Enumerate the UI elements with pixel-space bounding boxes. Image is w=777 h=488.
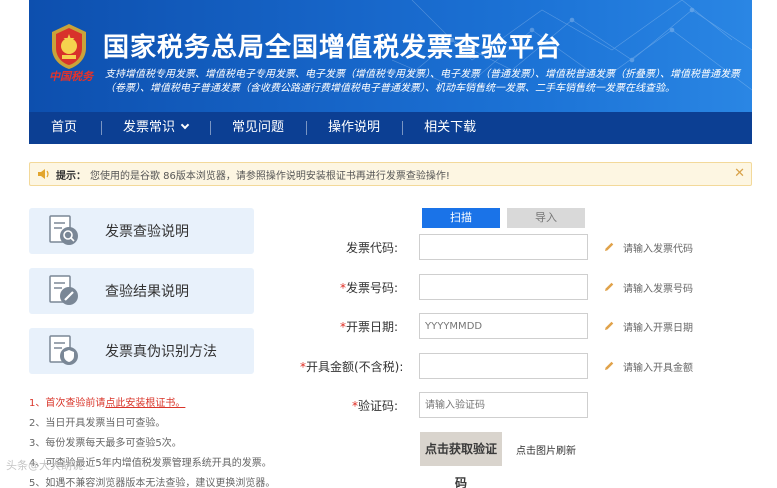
issue-date-input[interactable] — [419, 313, 588, 339]
tab-import[interactable]: 导入 — [507, 208, 585, 228]
form-row-captcha: *验证码: — [300, 392, 588, 418]
field-label-text: 发票号码: — [345, 280, 398, 295]
form-row-invoice-code: 发票代码: 请输入发票代码 — [300, 234, 693, 260]
field-label-text: 开票日期: — [345, 319, 398, 334]
page-subtitle: 支持增值税专用发票、增值税电子专用发票、电子发票（增值税专用发票）、电子发票（普… — [105, 69, 740, 94]
nav-item-faq[interactable]: 常见问题 — [210, 112, 306, 144]
nav-item-instructions[interactable]: 操作说明 — [306, 112, 402, 144]
instruction-item: 2、当日开具发票当日可查验。 — [29, 418, 166, 429]
doc-edit-icon — [49, 275, 78, 305]
instruction-item: 3、每份发票每天最多可查验5次。 — [29, 438, 182, 449]
notice-text: 您使用的是谷歌 86版本浏览器，请参照操作说明安装根证书再进行发票查验操作! — [90, 170, 450, 182]
refresh-captcha-link[interactable]: 点击图片刷新 — [516, 442, 576, 457]
pencil-icon — [605, 361, 614, 370]
form-row-invoice-number: *发票号码: 请输入发票号码 — [300, 274, 693, 300]
field-label: *开票日期: — [300, 318, 398, 335]
form-row-issue-date: *开票日期: 请输入开票日期 — [300, 313, 693, 339]
sidebar-item-label: 发票查验说明 — [105, 224, 189, 240]
sidebar-item-label: 发票真伪识别方法 — [105, 344, 217, 360]
amount-input[interactable] — [419, 353, 588, 379]
pencil-icon — [605, 321, 614, 330]
invoice-code-input[interactable] — [419, 234, 588, 260]
tab-scan[interactable]: 扫描 — [422, 208, 500, 228]
sidebar-item-label: 查验结果说明 — [105, 284, 189, 300]
nav-item-label: 发票常识 — [123, 120, 176, 135]
field-label-text: 验证码: — [357, 398, 398, 413]
notice-label: 提示： — [56, 170, 86, 182]
header-banner: 中国税务 国家税务总局全国增值税发票查验平台 支持增值税专用发票、增值税电子专用… — [29, 0, 752, 144]
field-label: *发票号码: — [300, 279, 398, 296]
nav-item-home[interactable]: 首页 — [29, 112, 101, 144]
instruction-text: 1、首次查验前请 — [29, 398, 106, 409]
nav-item-label: 常见问题 — [232, 120, 285, 135]
field-label: 发票代码: — [345, 240, 398, 255]
nav-item-downloads[interactable]: 相关下载 — [402, 112, 498, 144]
form-row-amount: *开具金额(不含税): 请输入开具金额 — [300, 353, 693, 379]
sidebar-item-verification-guide[interactable]: 发票查验说明 — [29, 208, 254, 254]
captcha-input[interactable] — [419, 392, 588, 418]
nav-item-label: 首页 — [51, 120, 78, 135]
speaker-icon — [38, 169, 49, 179]
instruction-item: 5、如遇不兼容浏览器版本无法查验，建议更换浏览器。 — [29, 478, 276, 488]
pencil-icon — [605, 282, 614, 291]
notice-bar: 提示： 您使用的是谷歌 86版本浏览器，请参照操作说明安装根证书再进行发票查验操… — [29, 162, 752, 186]
instruction-item: 1、首次查验前请点此安装根证书。 — [29, 394, 275, 414]
captcha-image[interactable]: 点击获取验证码 — [420, 432, 502, 488]
nav-item-invoice-knowledge[interactable]: 发票常识 — [101, 112, 210, 144]
sidebar-item-authenticity[interactable]: 发票真伪识别方法 — [29, 328, 254, 374]
doc-shield-icon — [49, 335, 78, 365]
install-cert-link[interactable]: 点此安装根证书。 — [105, 398, 185, 409]
field-hint: 请输入开具金额 — [623, 362, 693, 374]
input-mode-tabs: 扫描 导入 — [422, 208, 585, 228]
close-icon[interactable]: ✕ — [734, 166, 745, 181]
field-hint: 请输入发票代码 — [623, 243, 693, 255]
field-hint: 请输入发票号码 — [623, 283, 693, 295]
doc-search-icon — [49, 215, 78, 245]
pencil-icon — [605, 242, 614, 251]
field-label: *开具金额(不含税): — [300, 358, 403, 375]
field-hint: 请输入开票日期 — [623, 322, 693, 334]
seal-text: 中国税务 — [49, 70, 93, 83]
top-nav: 首页 发票常识 常见问题 操作说明 相关下载 — [29, 112, 752, 144]
tax-emblem-icon — [52, 24, 86, 69]
page-title: 国家税务总局全国增值税发票查验平台 — [103, 33, 563, 63]
instructions-list: 1、首次查验前请点此安装根证书。 2、当日开具发票当日可查验。 3、每份发票每天… — [29, 394, 275, 488]
nav-item-label: 操作说明 — [328, 120, 381, 135]
nav-item-label: 相关下载 — [424, 120, 477, 135]
sidebar-item-result-guide[interactable]: 查验结果说明 — [29, 268, 254, 314]
invoice-number-input[interactable] — [419, 274, 588, 300]
chevron-down-icon — [180, 120, 190, 130]
field-label: *验证码: — [300, 397, 398, 414]
watermark: 头条@大大胡说 — [6, 459, 83, 472]
field-label-text: 开具金额(不含税): — [306, 359, 404, 374]
